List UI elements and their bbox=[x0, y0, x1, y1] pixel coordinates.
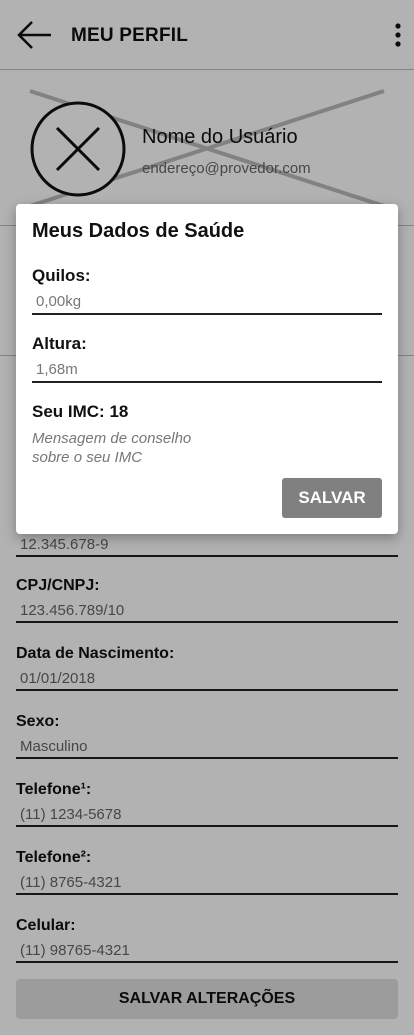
health-data-dialog: Meus Dados de Saúde Quilos: 0,00kg Altur… bbox=[16, 204, 398, 534]
imc-advice: Mensagem de conselho sobre o seu IMC bbox=[32, 429, 232, 467]
weight-input[interactable]: 0,00kg bbox=[32, 288, 382, 315]
advice-line: sobre o seu IMC bbox=[32, 449, 143, 466]
weight-label: Quilos: bbox=[32, 266, 91, 285]
height-field[interactable]: Altura: 1,68m bbox=[32, 334, 382, 383]
dialog-title: Meus Dados de Saúde bbox=[32, 220, 245, 242]
save-button[interactable]: SALVAR bbox=[282, 478, 382, 518]
imc-result: Seu IMC: 18 bbox=[32, 402, 129, 421]
weight-field[interactable]: Quilos: 0,00kg bbox=[32, 266, 382, 315]
height-input[interactable]: 1,68m bbox=[32, 356, 382, 383]
height-label: Altura: bbox=[32, 334, 87, 353]
advice-line: Mensagem de conselho bbox=[32, 430, 192, 447]
